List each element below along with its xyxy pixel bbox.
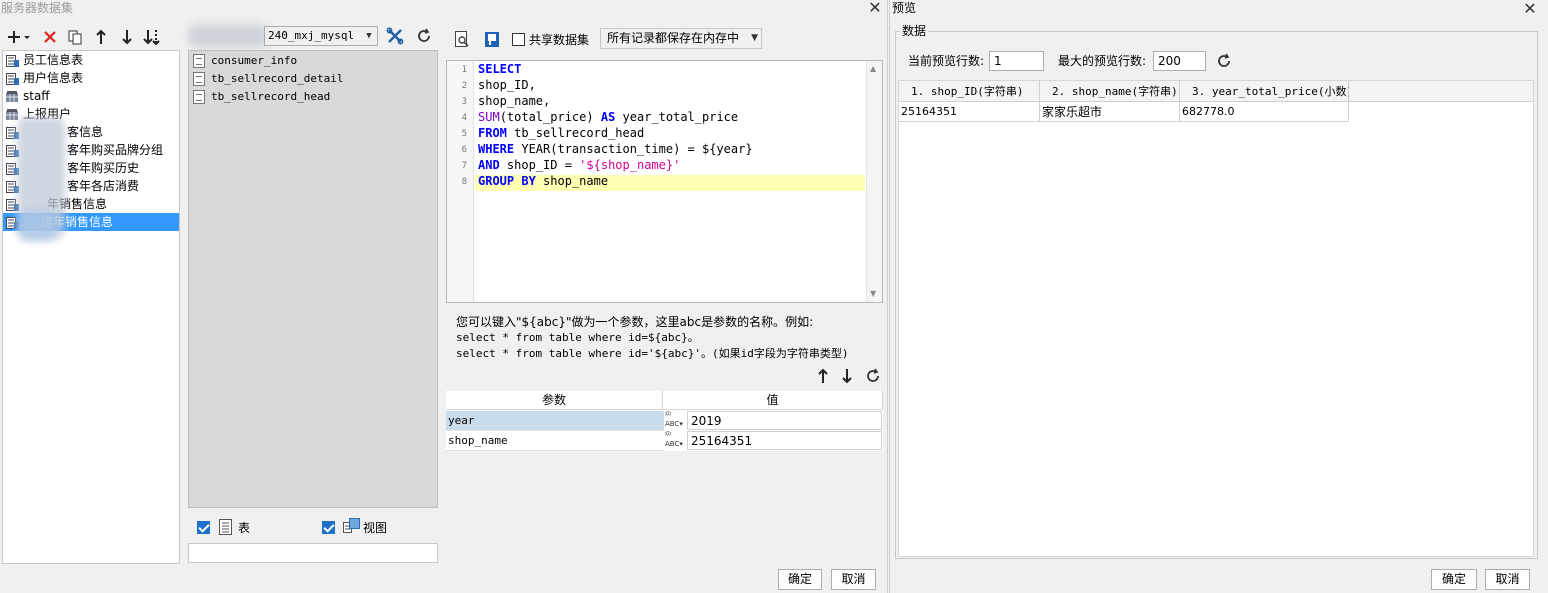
- max-rows-input[interactable]: 200: [1153, 51, 1206, 71]
- sql-line: GROUP BY shop_name: [478, 174, 609, 188]
- table-cell[interactable]: 25164351: [899, 102, 1040, 122]
- move-down-icon[interactable]: [836, 365, 858, 387]
- sql-line: WHERE YEAR(transaction_time) = ${year}: [478, 142, 753, 156]
- copy-icon[interactable]: [64, 26, 86, 48]
- cancel-button[interactable]: 取消: [1485, 569, 1530, 590]
- dataset-icon: [6, 72, 19, 85]
- column-header[interactable]: 3. year_total_price(小数): [1180, 81, 1353, 102]
- sql-line: shop_name,: [478, 94, 551, 108]
- show-views-checkbox[interactable]: [322, 521, 335, 534]
- parameter-hint: 您可以键入"${abc}"做为一个参数，这里abc是参数的名称。例如: sele…: [456, 315, 849, 360]
- line-number-gutter: 1 2 3 4 5 6 7 8: [447, 61, 474, 302]
- table-cell[interactable]: 家家乐超市: [1040, 102, 1180, 122]
- close-icon[interactable]: ✕: [1519, 0, 1541, 18]
- column-header[interactable]: 2. shop_name(字符串): [1040, 81, 1180, 102]
- sql-line: FROM tb_sellrecord_head: [478, 126, 645, 140]
- dialog-title: 服务器数据集: [1, 1, 74, 15]
- column-header[interactable]: 1. shop_ID(字符串): [899, 81, 1040, 102]
- sql-editor[interactable]: 1 2 3 4 5 6 7 8 SELECT shop_ID, shop_nam…: [446, 60, 883, 303]
- list-item[interactable]: staff: [3, 87, 179, 105]
- close-icon[interactable]: ✕: [866, 0, 884, 18]
- dataset-icon: [6, 54, 19, 67]
- sort-icon[interactable]: [142, 26, 164, 48]
- database-table-icon: [6, 90, 19, 102]
- table-icon: [193, 54, 205, 68]
- type-abc-icon[interactable]: ᴬ͡ᵁ ABC▾: [665, 431, 687, 450]
- preview-dialog: 预览 ✕ 数据 当前预览行数: 1 最大的预览行数: 200 1. shop_I…: [889, 0, 1548, 593]
- query-builder-icon[interactable]: [481, 28, 503, 50]
- move-up-icon[interactable]: [90, 26, 112, 48]
- type-abc-icon[interactable]: ᴬ͡ᵁ ABC▾: [665, 411, 687, 430]
- table-icon: [193, 72, 205, 86]
- param-value-input[interactable]: 2019: [687, 411, 882, 430]
- table-row[interactable]: shop_name: [446, 431, 664, 451]
- view-icon: [343, 518, 361, 538]
- column-header-filler: [1349, 81, 1533, 102]
- show-views-label: 视图: [363, 521, 388, 535]
- redaction-blur: [188, 24, 268, 48]
- sql-line: SUM(total_price) AS year_total_price: [478, 110, 739, 124]
- data-group-label: 数据: [900, 22, 929, 39]
- max-rows-label: 最大的预览行数:: [1058, 54, 1147, 68]
- redaction-blur: [19, 211, 55, 241]
- sql-line: AND shop_ID = '${shop_name}': [478, 158, 681, 172]
- database-table-icon: [6, 108, 19, 120]
- table-filter-input[interactable]: [188, 543, 438, 563]
- cancel-button[interactable]: 取消: [831, 569, 876, 590]
- show-tables-checkbox[interactable]: [197, 521, 210, 534]
- dataset-dialog: 服务器数据集 ✕ 员工信息表 用户信息表 staff 上报用户 客信息 客年购买…: [0, 0, 888, 593]
- share-dataset-checkbox[interactable]: [512, 33, 525, 46]
- sql-line: shop_ID,: [478, 78, 536, 92]
- param-value-header: 值: [663, 391, 883, 410]
- connection-settings-icon[interactable]: [384, 25, 406, 47]
- move-down-icon[interactable]: [116, 26, 138, 48]
- preview-table[interactable]: 1. shop_ID(字符串) 2. shop_name(字符串) 3. yea…: [898, 80, 1534, 557]
- connection-select[interactable]: 240_mxj_mysql ▼: [264, 26, 378, 46]
- table-icon: [193, 90, 205, 104]
- move-up-icon[interactable]: [812, 365, 834, 387]
- list-item[interactable]: consumer_info: [191, 52, 297, 70]
- vertical-scrollbar[interactable]: ▲ ▼: [866, 61, 882, 302]
- current-rows-input[interactable]: 1: [989, 51, 1044, 71]
- delete-icon[interactable]: [39, 26, 61, 48]
- list-item[interactable]: 员工信息表: [3, 51, 179, 69]
- current-rows-label: 当前预览行数:: [908, 54, 985, 68]
- table-row[interactable]: year: [446, 411, 664, 431]
- ok-button[interactable]: 确定: [778, 569, 822, 590]
- list-item[interactable]: tb_sellrecord_detail: [191, 70, 343, 88]
- table-list[interactable]: consumer_info tb_sellrecord_detail tb_se…: [188, 50, 438, 508]
- param-value-input[interactable]: 25164351: [687, 431, 882, 450]
- parameter-table: 参数 值 year ᴬ͡ᵁ ABC▾ 2019 shop_name ᴬ͡ᵁ ABC▾…: [446, 391, 883, 451]
- param-name-header: 参数: [446, 391, 663, 410]
- chevron-down-icon: ▼: [366, 31, 372, 41]
- share-dataset-label: 共享数据集: [529, 33, 590, 47]
- dialog-title: 预览: [892, 1, 917, 15]
- preview-sql-icon[interactable]: [451, 28, 473, 50]
- ok-button[interactable]: 确定: [1431, 569, 1477, 590]
- list-item[interactable]: tb_sellrecord_head: [191, 88, 330, 106]
- show-tables-label: 表: [238, 521, 251, 535]
- table-cell[interactable]: 682778.0: [1180, 102, 1349, 122]
- scroll-down-icon[interactable]: ▼: [870, 289, 876, 298]
- refresh-icon[interactable]: [413, 25, 435, 47]
- dataset-list[interactable]: 员工信息表 用户信息表 staff 上报用户 客信息 客年购买品牌分组 客年购买…: [2, 50, 180, 564]
- chevron-down-icon: ▼: [751, 33, 758, 43]
- refresh-icon[interactable]: [862, 365, 884, 387]
- refresh-icon[interactable]: [1213, 50, 1235, 72]
- scroll-up-icon[interactable]: ▲: [870, 64, 876, 73]
- list-item[interactable]: 用户信息表: [3, 69, 179, 87]
- table-icon: [219, 519, 233, 538]
- cache-mode-select[interactable]: 所有记录都保存在内存中 ▼: [600, 28, 762, 49]
- add-dataset-button[interactable]: [6, 26, 34, 48]
- sql-line: SELECT: [478, 62, 522, 76]
